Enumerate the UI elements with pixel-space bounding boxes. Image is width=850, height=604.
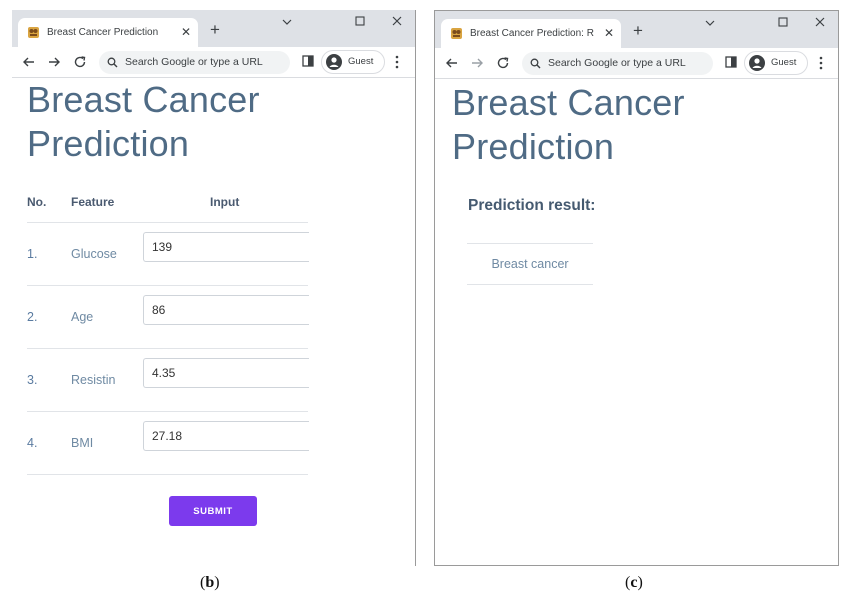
profile-label: Guest xyxy=(771,57,797,68)
resistin-input[interactable] xyxy=(143,358,309,388)
profile-button[interactable]: Guest xyxy=(744,51,808,75)
back-arrow-icon[interactable] xyxy=(444,55,460,71)
table-divider xyxy=(27,411,308,412)
more-menu-icon[interactable] xyxy=(394,54,400,70)
browser-tab[interactable]: Breast Cancer Prediction ✕ xyxy=(18,18,198,47)
back-arrow-icon[interactable] xyxy=(21,54,37,70)
page-title: Breast Cancer Prediction xyxy=(452,81,685,169)
tab-strip: Breast Cancer Prediction ✕ + xyxy=(12,10,415,47)
new-tab-button[interactable]: + xyxy=(630,22,646,39)
row-number: 1. xyxy=(27,247,38,261)
page-title-line-2: Prediction xyxy=(452,126,615,167)
more-menu-icon[interactable] xyxy=(818,55,824,71)
result-divider xyxy=(467,284,593,285)
search-icon xyxy=(107,57,118,68)
favicon-icon xyxy=(28,27,39,38)
close-window-icon[interactable] xyxy=(390,14,404,28)
maximize-icon[interactable] xyxy=(353,14,367,28)
table-divider xyxy=(27,222,308,223)
page-title: Breast Cancer Prediction xyxy=(27,78,260,166)
forward-arrow-icon[interactable] xyxy=(469,55,485,71)
tab-strip: Breast Cancer Prediction: Res ✕ + xyxy=(435,11,838,48)
row-number: 2. xyxy=(27,310,38,324)
table-divider xyxy=(27,285,308,286)
page-title-line-2: Prediction xyxy=(27,123,190,164)
column-header-input: Input xyxy=(210,195,240,209)
profile-label: Guest xyxy=(348,56,374,67)
avatar-icon xyxy=(749,55,765,71)
close-window-icon[interactable] xyxy=(813,15,827,29)
column-header-no: No. xyxy=(27,195,47,209)
row-number: 3. xyxy=(27,373,38,387)
feature-label-resistin: Resistin xyxy=(71,373,116,387)
reload-icon[interactable] xyxy=(495,55,511,71)
favicon-icon xyxy=(451,28,462,39)
age-input[interactable] xyxy=(143,295,309,325)
caption-letter: b xyxy=(205,574,215,591)
address-bar[interactable]: Search Google or type a URL xyxy=(99,51,290,74)
browser-tab[interactable]: Breast Cancer Prediction: Res ✕ xyxy=(441,19,621,48)
caption-paren-close: ) xyxy=(214,574,220,591)
page-title-line-1: Breast Cancer xyxy=(452,82,685,123)
tab-title: Breast Cancer Prediction xyxy=(47,27,159,38)
figure-caption-c: (c) xyxy=(625,574,643,592)
forward-arrow-icon[interactable] xyxy=(46,54,62,70)
address-bar-placeholder: Search Google or type a URL xyxy=(125,56,263,68)
profile-button[interactable]: Guest xyxy=(321,50,385,74)
browser-toolbar: Search Google or type a URL Guest xyxy=(12,47,415,78)
new-tab-button[interactable]: + xyxy=(207,21,223,38)
reload-icon[interactable] xyxy=(72,54,88,70)
bmi-input[interactable] xyxy=(143,421,309,451)
search-icon xyxy=(530,58,541,69)
figure: Breast Cancer Prediction ✕ + Search Goog… xyxy=(0,0,850,604)
side-panel-icon[interactable] xyxy=(725,56,737,68)
column-header-feature: Feature xyxy=(71,195,115,209)
caption-paren-close: ) xyxy=(637,574,643,591)
table-divider xyxy=(27,474,308,475)
prediction-result-value: Breast cancer xyxy=(491,257,569,271)
close-tab-icon[interactable]: ✕ xyxy=(601,25,617,41)
maximize-icon[interactable] xyxy=(776,15,790,29)
page-title-line-1: Breast Cancer xyxy=(27,79,260,120)
chevron-down-icon[interactable] xyxy=(280,15,294,29)
close-tab-icon[interactable]: ✕ xyxy=(178,24,194,40)
prediction-result-label: Prediction result: xyxy=(468,197,596,214)
address-bar-placeholder: Search Google or type a URL xyxy=(548,57,686,69)
result-divider xyxy=(467,243,593,244)
feature-label-age: Age xyxy=(71,310,94,324)
feature-label-glucose: Glucose xyxy=(71,247,117,261)
browser-window-b: Breast Cancer Prediction ✕ + Search Goog… xyxy=(12,10,416,566)
avatar-icon xyxy=(326,54,342,70)
feature-label-bmi: BMI xyxy=(71,436,94,450)
glucose-input[interactable] xyxy=(143,232,309,262)
row-number: 4. xyxy=(27,436,38,450)
address-bar[interactable]: Search Google or type a URL xyxy=(522,52,713,75)
figure-caption-b: (b) xyxy=(200,574,220,592)
chevron-down-icon[interactable] xyxy=(703,16,717,30)
tab-title: Breast Cancer Prediction: Res xyxy=(470,28,594,39)
submit-button[interactable]: SUBMIT xyxy=(169,496,257,526)
browser-toolbar: Search Google or type a URL Guest xyxy=(435,48,838,79)
side-panel-icon[interactable] xyxy=(302,55,314,67)
table-divider xyxy=(27,348,308,349)
browser-window-c: Breast Cancer Prediction: Res ✕ + Search… xyxy=(434,10,839,566)
